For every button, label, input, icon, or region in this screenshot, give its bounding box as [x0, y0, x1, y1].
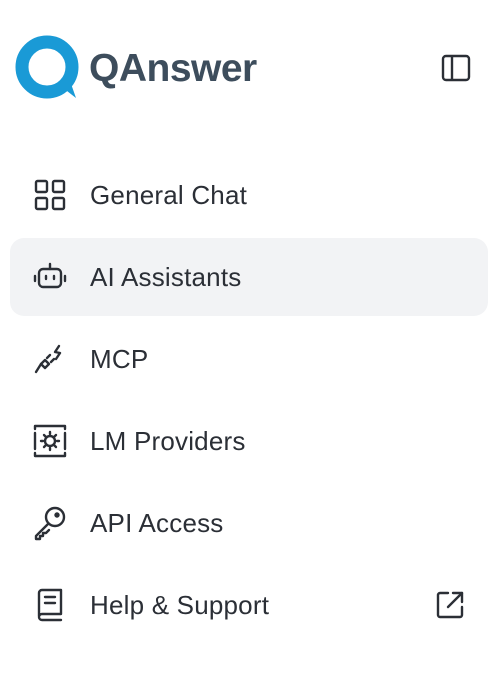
sidebar-item-ai-assistants[interactable]: AI Assistants: [10, 238, 488, 316]
book-icon: [30, 585, 70, 625]
sidebar-item-label: API Access: [90, 507, 224, 538]
sidebar-item-label: AI Assistants: [90, 261, 242, 292]
external-link-icon[interactable]: [430, 585, 470, 625]
sidebar-toggle-icon: [441, 54, 471, 82]
sidebar-item-general-chat[interactable]: General Chat: [10, 156, 488, 234]
sidebar-item-label: LM Providers: [90, 425, 246, 456]
brand[interactable]: QAnswer: [14, 34, 257, 102]
sidebar-item-label: MCP: [90, 343, 149, 374]
sidebar-item-label: Help & Support: [90, 589, 270, 620]
sidebar-item-label: General Chat: [90, 179, 248, 210]
robot-icon: [30, 257, 70, 297]
sidebar-toggle-button[interactable]: [436, 48, 476, 88]
server-gear-icon: [30, 421, 70, 461]
brand-name: QAnswer: [89, 46, 257, 90]
sidebar-item-lm-providers[interactable]: LM Providers: [10, 402, 488, 480]
sidebar-header: QAnswer: [0, 0, 500, 136]
sidebar: QAnswer General Chat AI Assistants MCP L…: [0, 0, 500, 680]
sidebar-nav: General Chat AI Assistants MCP LM Provid…: [10, 156, 488, 648]
qanswer-logo-icon: [15, 35, 79, 99]
sidebar-item-mcp[interactable]: MCP: [10, 320, 488, 398]
plug-icon: [30, 339, 70, 379]
sidebar-item-api-access[interactable]: API Access: [10, 484, 488, 562]
grid-icon: [30, 175, 70, 215]
key-icon: [30, 503, 70, 543]
sidebar-item-help-support[interactable]: Help & Support: [10, 566, 488, 644]
